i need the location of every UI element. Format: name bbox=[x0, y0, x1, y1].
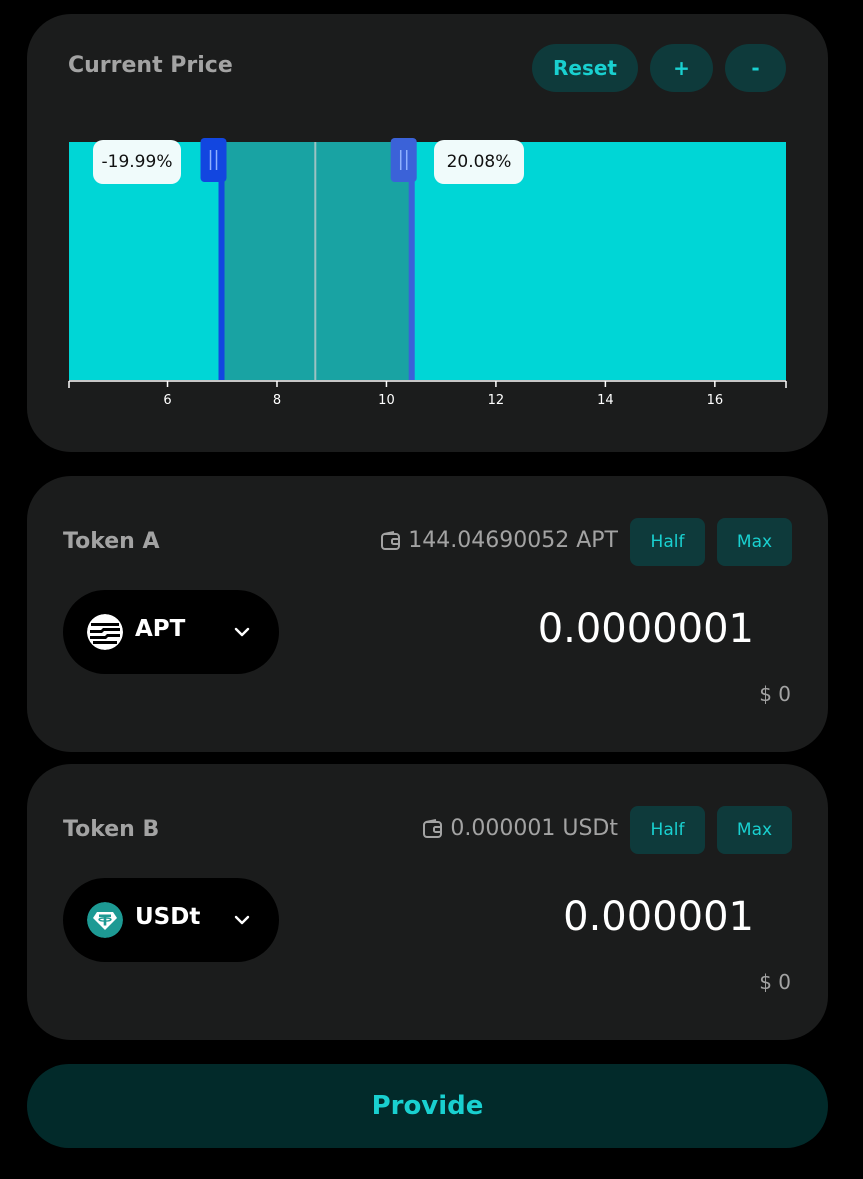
token-a-card: Token A 144.04690052 APT Half Max APT $ … bbox=[27, 476, 828, 752]
token-b-amount-input[interactable] bbox=[394, 894, 754, 940]
token-a-half-button[interactable]: Half bbox=[630, 518, 705, 566]
token-b-card: Token B 0.000001 USDt Half Max USDt $ 0 bbox=[27, 764, 828, 1040]
token-a-balance: 144.04690052 APT bbox=[380, 528, 618, 553]
price-range-card: Current Price Reset + - 6 8 10 12 14 16 -19.9… bbox=[27, 14, 828, 452]
token-b-balance-value: 0.000001 USDt bbox=[450, 816, 618, 841]
token-b-half-button[interactable]: Half bbox=[630, 806, 705, 854]
token-a-amount-input[interactable] bbox=[394, 606, 754, 652]
token-a-max-button[interactable]: Max bbox=[717, 518, 792, 566]
lower-range-percent: -19.99% bbox=[93, 140, 181, 184]
wallet-icon bbox=[381, 530, 401, 550]
x-axis-tick-label: 12 bbox=[488, 393, 505, 408]
x-axis-tick-label: 8 bbox=[273, 393, 281, 408]
token-a-selector[interactable]: APT bbox=[63, 590, 279, 674]
upper-range-percent: 20.08% bbox=[434, 140, 524, 184]
provide-button[interactable]: Provide bbox=[27, 1064, 828, 1148]
token-a-title: Token A bbox=[63, 529, 160, 554]
token-b-title: Token B bbox=[63, 817, 160, 842]
token-b-max-button[interactable]: Max bbox=[717, 806, 792, 854]
apt-logo-icon bbox=[87, 614, 123, 650]
liquidity-chart[interactable]: 6 8 10 12 14 16 bbox=[27, 14, 828, 452]
usdt-logo-icon bbox=[87, 902, 123, 938]
wallet-icon bbox=[423, 818, 443, 838]
upper-range-handle-grip[interactable] bbox=[390, 138, 417, 182]
x-axis-tick-label: 10 bbox=[378, 393, 395, 408]
token-a-usd-value: $ 0 bbox=[759, 682, 791, 706]
token-b-balance: 0.000001 USDt bbox=[422, 816, 618, 841]
token-b-usd-value: $ 0 bbox=[759, 970, 791, 994]
chevron-down-icon bbox=[234, 915, 250, 925]
x-axis-tick-label: 16 bbox=[707, 393, 724, 408]
chevron-down-icon bbox=[234, 627, 250, 637]
token-a-symbol: APT bbox=[135, 616, 186, 642]
token-b-symbol: USDt bbox=[135, 904, 201, 930]
token-a-balance-value: 144.04690052 APT bbox=[408, 528, 618, 553]
x-axis-tick-label: 6 bbox=[163, 393, 171, 408]
lower-range-handle-grip[interactable] bbox=[200, 138, 227, 182]
x-axis-tick-label: 14 bbox=[597, 393, 614, 408]
token-b-selector[interactable]: USDt bbox=[63, 878, 279, 962]
